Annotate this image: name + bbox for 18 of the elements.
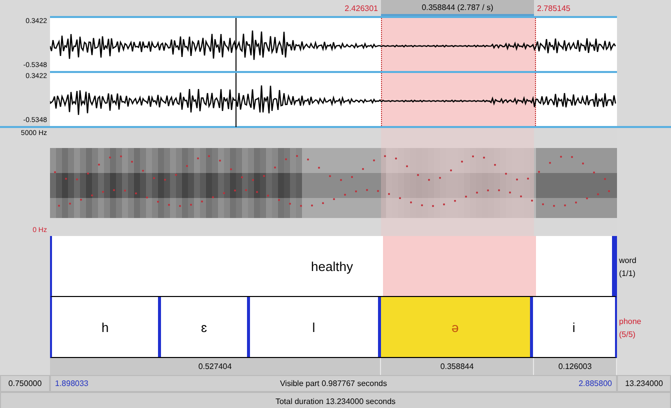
tier-name: word: [619, 256, 638, 264]
visible-end-time: 2.885800: [578, 379, 612, 388]
tier-count: (1/1): [619, 268, 636, 278]
interval[interactable]: l: [250, 297, 381, 357]
selection-end-time: 2.785145: [537, 4, 570, 12]
visible-start-time: 1.898033: [55, 379, 88, 388]
time-bar[interactable]: 0.750000: [0, 375, 50, 392]
visible-part-label: Visible part 0.987767 seconds: [280, 379, 388, 388]
tier-name: phone: [619, 316, 642, 326]
selection-start-time: 2.426301: [344, 4, 378, 12]
duration-bar[interactable]: 0.358844: [381, 358, 534, 375]
selection-length-bar[interactable]: 0.358844 (2.787 / s): [381, 0, 534, 16]
visible-part-bar[interactable]: 1.898033 Visible part 0.987767 seconds 2.885800: [50, 375, 617, 392]
tier-count: (5/5): [619, 330, 636, 338]
time-bar[interactable]: 13.234000: [617, 375, 671, 392]
total-duration-bar[interactable]: Total duration 13.234000 seconds: [0, 392, 671, 408]
duration-bar[interactable]: 0.126003: [534, 358, 617, 375]
duration-bar[interactable]: 0.527404: [50, 358, 381, 375]
